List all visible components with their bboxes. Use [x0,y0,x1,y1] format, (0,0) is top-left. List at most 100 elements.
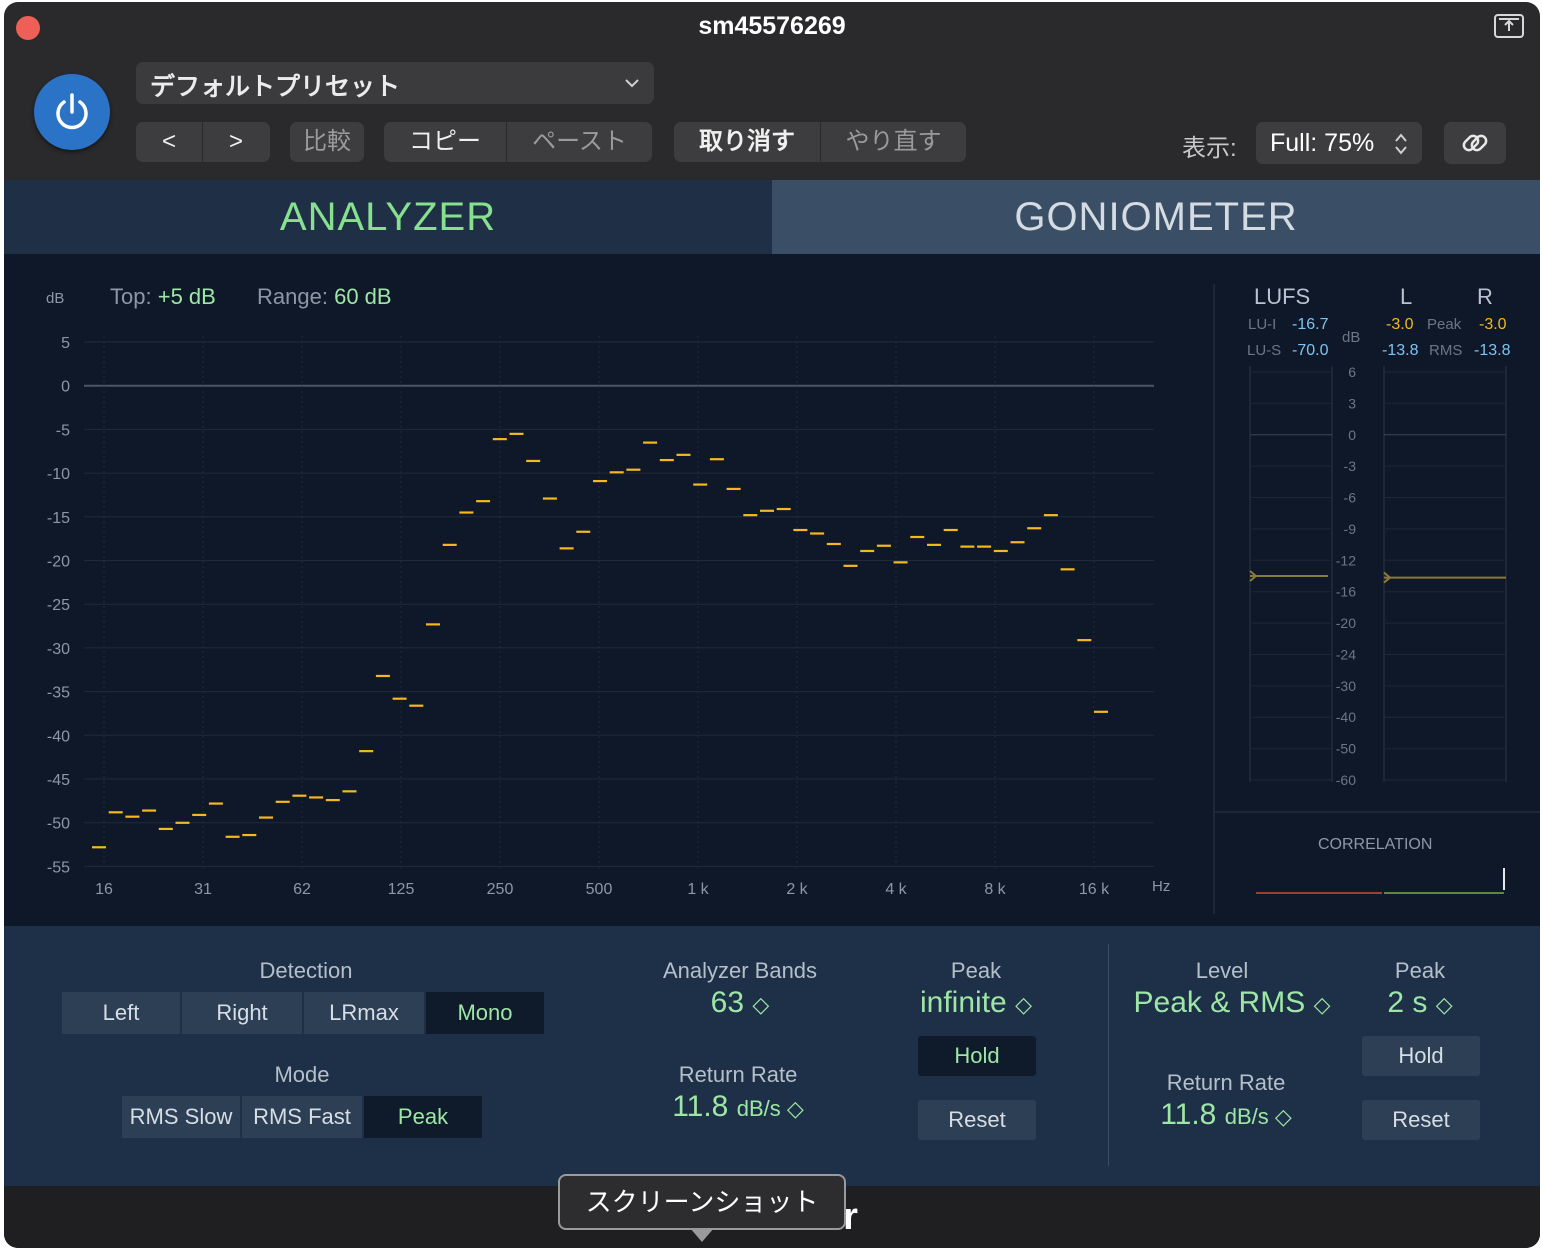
return-rate-stepper[interactable]: 11.8 dB/s ◇ [638,1090,838,1124]
meter-scale-label: -20 [1336,615,1356,631]
lui-label: LU-I [1248,316,1277,333]
tab-goniometer[interactable]: GONIOMETER [772,180,1540,254]
band-bar [1043,514,1058,517]
back-button[interactable]: < [136,122,202,162]
preset-dropdown[interactable]: デフォルトプリセット [136,62,654,104]
band-bar [993,549,1008,553]
band-bar [643,441,658,444]
band-bar [409,704,424,707]
band-bar [142,809,157,812]
band-bar [292,794,307,797]
band-bar [1027,527,1042,530]
lui-value: -16.7 [1292,316,1329,333]
detection-lrmax[interactable]: LRmax [304,992,424,1034]
correlation-label: CORRELATION [1318,836,1433,853]
detach-icon[interactable] [1494,14,1524,38]
stepper-icon [1395,133,1407,155]
top-setting[interactable]: Top: +5 dB [110,284,216,310]
meter-scale-label: 0 [1348,427,1356,443]
band-bar [342,790,357,793]
redo-button[interactable]: やり直す [821,122,966,162]
r-peak-value: -3.0 [1479,316,1507,333]
preset-label: デフォルトプリセット [150,73,401,101]
tooltip-arrow [690,1228,714,1242]
detection-left[interactable]: Left [62,992,180,1034]
x-tick-label: 31 [194,881,212,898]
band-bar [192,813,207,817]
band-bar [927,543,941,546]
band-bar [459,511,474,514]
y-tick-label: -10 [47,466,70,483]
band-bar [676,453,691,456]
return-rate-label: Return Rate [678,1062,798,1087]
link-icon [1462,134,1488,152]
peak-hold-stepper[interactable]: infinite ◇ [876,986,1076,1020]
lus-label: LU-S [1247,342,1282,359]
band-bar [659,458,674,462]
y-tick-label: -55 [47,859,70,876]
r-rms-value: -13.8 [1474,342,1511,359]
x-tick-label: 8 k [984,881,1006,898]
band-bar [810,532,825,535]
meter-scale-label: -24 [1336,646,1356,662]
window-title: sm45576269 [698,12,846,40]
band-bar [375,674,390,678]
band-bar [826,542,841,546]
level-peak-stepper[interactable]: 2 s ◇ [1350,986,1490,1020]
y-tick-label: -45 [47,772,70,789]
band-bar [442,543,457,546]
band-bar [776,507,791,511]
reset-button[interactable]: Reset [918,1100,1036,1140]
band-bar [208,802,223,805]
y-tick-label: -35 [47,685,70,702]
detection-mono[interactable]: Mono [426,992,544,1034]
screenshot-tooltip: スクリーンショット [558,1174,846,1230]
view-label: 表示: [1182,135,1237,162]
level-return-rate-stepper[interactable]: 11.8 dB/s ◇ [1126,1098,1326,1132]
link-button[interactable] [1444,122,1506,164]
band-bar [492,438,507,441]
band-bar [476,500,491,503]
band-bar [1060,568,1075,571]
bands-stepper[interactable]: 63 ◇ [670,986,810,1020]
meter-scale-label: 6 [1348,364,1356,380]
panel-divider [1108,944,1109,1166]
forward-button[interactable]: > [203,122,269,162]
x-tick-label: 62 [293,881,311,898]
level-hold-button[interactable]: Hold [1362,1036,1480,1076]
correlation-negative-bar [1256,892,1382,894]
x-tick-label: 16 [95,881,113,898]
power-button[interactable] [34,74,110,150]
detection-right[interactable]: Right [182,992,302,1034]
band-bar [743,514,758,517]
band-bar [843,564,858,567]
band-bar [542,497,557,500]
view-zoom-select[interactable]: Full: 75% [1256,122,1422,164]
y-tick-label: -30 [47,641,70,658]
detection-label: Detection [259,958,353,983]
db-unit-label: dB [46,290,65,307]
compare-button[interactable]: 比較 [290,122,364,162]
paste-button[interactable]: ペースト [507,122,652,162]
x-tick-label: 2 k [786,881,808,898]
range-setting[interactable]: Range: 60 dB [257,284,392,310]
mode-rms-fast[interactable]: RMS Fast [242,1096,362,1138]
level-reset-button[interactable]: Reset [1362,1100,1480,1140]
tab-analyzer[interactable]: ANALYZER [4,180,772,254]
hold-button[interactable]: Hold [918,1036,1036,1076]
mode-rms-slow[interactable]: RMS Slow [122,1096,240,1138]
level-mode-stepper[interactable]: Peak & RMS ◇ [1102,986,1362,1020]
band-bar [242,833,257,837]
mode-peak[interactable]: Peak [364,1096,482,1138]
band-bar [392,697,407,700]
band-bar [426,623,440,626]
undo-button[interactable]: 取り消す [674,122,820,162]
y-tick-label: 5 [61,335,70,352]
band-bar [125,815,140,818]
tab-bar: ANALYZER GONIOMETER [4,180,1540,254]
bands-label: Analyzer Bands [662,958,818,983]
band-bar [225,835,240,838]
rms-row-label: RMS [1429,342,1463,359]
spectrum-graph: 5 0 -5 -10 -15 -20 -25 -30 -35 -40 -45 -50 -55 16 31 62… [47,335,1154,898]
copy-button[interactable]: コピー [384,122,506,162]
